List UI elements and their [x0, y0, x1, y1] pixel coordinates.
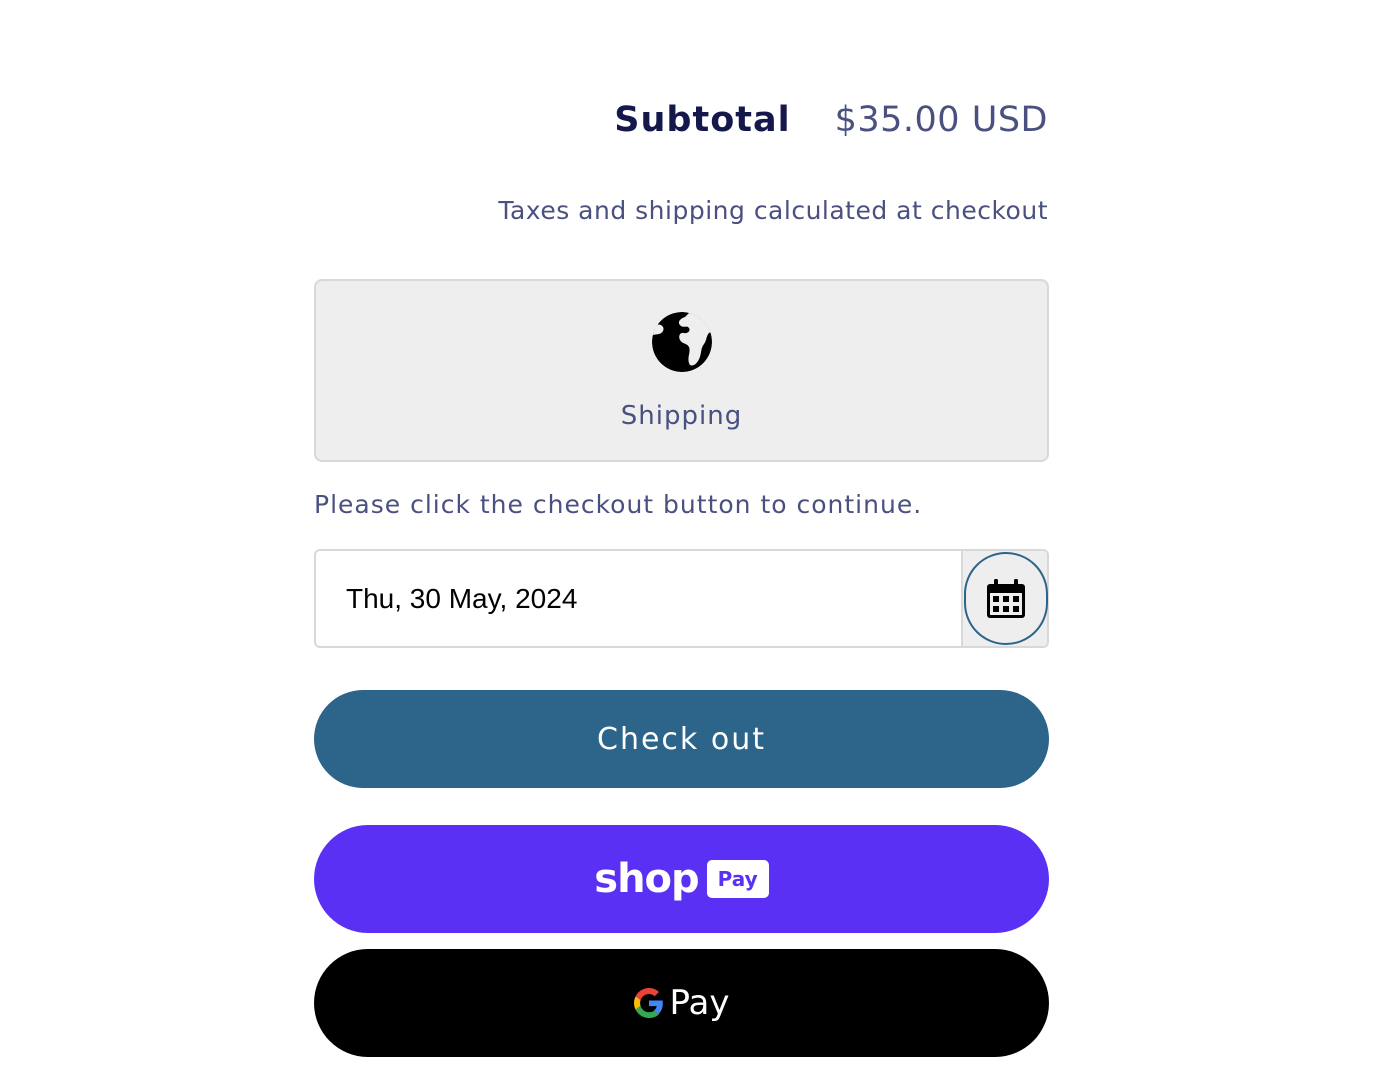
shipping-option[interactable]: Shipping — [314, 279, 1049, 462]
google-pay-label: Pay — [669, 983, 730, 1023]
subtotal-value: $35.00 USD — [834, 100, 1048, 140]
tax-note: Taxes and shipping calculated at checkou… — [498, 196, 1048, 225]
subtotal-label: Subtotal — [614, 100, 791, 140]
shop-pay-badge: Pay — [706, 860, 769, 898]
subtotal-row: Subtotal $35.00 USD — [614, 100, 1048, 140]
google-pay-button[interactable]: Pay — [314, 949, 1049, 1057]
globe-icon — [652, 312, 712, 372]
delivery-date-input[interactable] — [316, 551, 961, 646]
shipping-label: Shipping — [620, 401, 743, 431]
shop-pay-wordmark: shop — [594, 856, 699, 902]
checkout-button[interactable]: Check out — [314, 690, 1049, 788]
calendar-button-wrap — [961, 551, 1048, 646]
calendar-icon — [987, 578, 1025, 618]
google-g-icon — [633, 988, 663, 1018]
shop-pay-button[interactable]: shop Pay — [314, 825, 1049, 933]
calendar-button[interactable] — [964, 552, 1048, 645]
checkout-instruction: Please click the checkout button to cont… — [314, 490, 923, 519]
delivery-date-field — [314, 549, 1049, 648]
